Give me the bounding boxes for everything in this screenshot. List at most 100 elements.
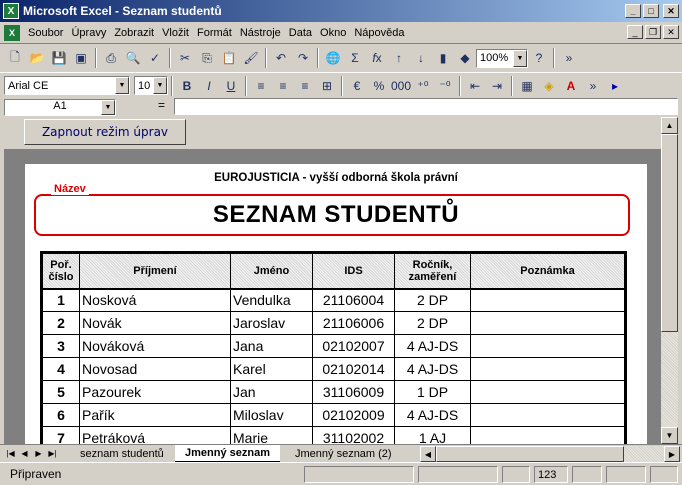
cell-surname[interactable]: Nosková [79,288,231,312]
cell-surname[interactable]: Pařík [79,403,231,427]
scroll-up-icon[interactable]: ▲ [661,117,678,134]
menu-upravy[interactable]: Úpravy [67,27,110,39]
menu-okno[interactable]: Okno [316,27,350,39]
cell-year[interactable]: 1 AJ [394,426,471,444]
horizontal-scrollbar[interactable]: ◀ ▶ [420,446,680,462]
cell-surname[interactable]: Nováková [79,334,231,358]
cell-name[interactable]: Jan [230,380,313,404]
cell-ids[interactable]: 21106004 [312,288,395,312]
chevron-down-icon[interactable]: ▼ [513,49,527,67]
borders-icon[interactable]: ▦ [516,75,538,97]
italic-icon[interactable]: I [198,75,220,97]
chevron-down-icon[interactable]: ▼ [153,77,167,94]
cell-surname[interactable]: Novák [79,311,231,335]
cell-note[interactable] [470,380,627,404]
drawing-icon[interactable]: ◆ [454,47,476,69]
merge-center-icon[interactable]: ⊞ [316,75,338,97]
header-note[interactable]: Poznámka [470,251,627,290]
cut-icon[interactable]: ✂ [174,47,196,69]
cell-number[interactable]: 6 [40,403,80,427]
save-icon[interactable]: 💾 [48,47,70,69]
cell-ids[interactable]: 02102014 [312,357,395,381]
close-button[interactable]: ✕ [663,4,679,18]
align-right-icon[interactable]: ≡ [294,75,316,97]
chart-wizard-icon[interactable]: ▮ [432,47,454,69]
sort-ascending-icon[interactable]: ↑ [388,47,410,69]
cell-ids[interactable]: 02102009 [312,403,395,427]
scroll-left-icon[interactable]: ◀ [420,446,436,462]
print-preview-icon[interactable]: 🔍 [122,47,144,69]
permission-icon[interactable]: ▣ [70,47,92,69]
cell-number[interactable]: 3 [40,334,80,358]
next-sheet-icon[interactable]: ▶ [32,446,45,461]
cell-year[interactable]: 2 DP [394,311,471,335]
paste-icon[interactable]: 📋 [218,47,240,69]
decrease-indent-icon[interactable]: ⇤ [464,75,486,97]
menu-format[interactable]: Formát [193,27,236,39]
cell-note[interactable] [470,334,627,358]
cell-number[interactable]: 7 [40,426,80,444]
doc-restore-button[interactable]: ❐ [645,25,661,39]
undo-icon[interactable]: ↶ [270,47,292,69]
cell-ids[interactable]: 31102002 [312,426,395,444]
enable-edit-button[interactable]: Zapnout režim úprav [24,119,186,145]
excel-icon[interactable]: X [3,3,19,19]
doc-minimize-button[interactable]: _ [627,25,643,39]
cell-year[interactable]: 4 AJ-DS [394,334,471,358]
menu-vlozit[interactable]: Vložit [158,27,193,39]
tab-jmenny-seznam[interactable]: Jmenný seznam [175,445,280,462]
cell-number[interactable]: 1 [40,288,80,312]
vertical-scrollbar[interactable]: ▲ ▼ [661,117,678,444]
doc-close-button[interactable]: ✕ [663,25,679,39]
cell-number[interactable]: 4 [40,357,80,381]
prev-sheet-icon[interactable]: ◀ [18,446,31,461]
align-center-icon[interactable]: ≡ [272,75,294,97]
zoom-combo[interactable]: 100% ▼ [476,48,528,68]
hyperlink-icon[interactable]: 🌐 [322,47,344,69]
fill-color-icon[interactable]: ◈ [538,75,560,97]
cell-year[interactable]: 2 DP [394,288,471,312]
header-ids[interactable]: IDS [312,251,395,290]
new-icon[interactable]: 🗋 [4,47,26,69]
tab-seznam-studentu[interactable]: seznam studentů [70,445,174,462]
cell-name[interactable]: Marie [230,426,313,444]
cell-note[interactable] [470,426,627,444]
cell-number[interactable]: 2 [40,311,80,335]
name-box[interactable]: A1 ▼ [4,98,116,116]
cell-name[interactable]: Miloslav [230,403,313,427]
format-painter-icon[interactable]: 🖌 [240,47,262,69]
currency-icon[interactable]: € [346,75,368,97]
sort-descending-icon[interactable]: ↓ [410,47,432,69]
last-sheet-icon[interactable]: ▶| [46,446,59,461]
open-icon[interactable]: 📂 [26,47,48,69]
spelling-icon[interactable]: ✓ [144,47,166,69]
cell-note[interactable] [470,311,627,335]
font-size-combo[interactable]: 10 ▼ [134,76,168,95]
cell-name[interactable]: Karel [230,357,313,381]
cell-name[interactable]: Jana [230,334,313,358]
align-left-icon[interactable]: ≡ [250,75,272,97]
cell-year[interactable]: 4 AJ-DS [394,357,471,381]
thousands-icon[interactable]: 000 [390,75,412,97]
cell-note[interactable] [470,288,627,312]
copy-icon[interactable]: ⎘ [196,47,218,69]
menu-napoveda[interactable]: Nápověda [350,27,408,39]
horizontal-scroll-thumb[interactable] [436,446,624,462]
cell-ids[interactable]: 02102007 [312,334,395,358]
toolbar-options-icon[interactable]: » [582,75,604,97]
increase-indent-icon[interactable]: ⇥ [486,75,508,97]
percent-icon[interactable]: % [368,75,390,97]
vertical-scroll-thumb[interactable] [661,134,678,332]
function-icon[interactable]: fx [366,47,388,69]
decrease-decimal-icon[interactable]: ⁻⁰ [434,75,456,97]
first-sheet-icon[interactable]: |◀ [4,446,17,461]
cell-name[interactable]: Vendulka [230,288,313,312]
autosum-icon[interactable]: Σ [344,47,366,69]
increase-decimal-icon[interactable]: ⁺⁰ [412,75,434,97]
menu-nastroje[interactable]: Nástroje [236,27,285,39]
workbook-icon[interactable]: X [4,24,20,41]
arrow-right-icon[interactable]: ▸ [604,75,626,97]
toolbar-options-icon[interactable]: » [558,47,580,69]
cell-number[interactable]: 5 [40,380,80,404]
font-name-combo[interactable]: Arial CE ▼ [4,76,130,95]
